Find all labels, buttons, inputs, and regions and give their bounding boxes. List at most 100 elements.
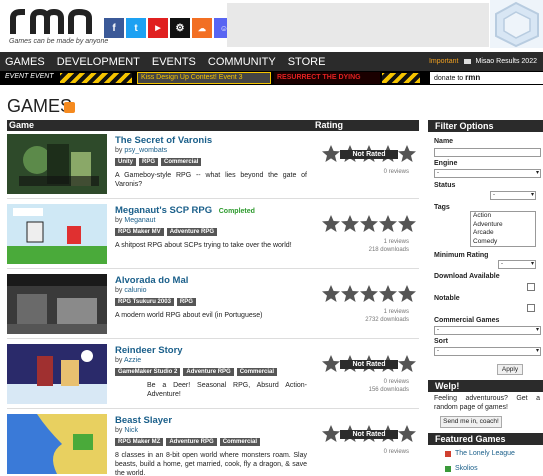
featured-game-link[interactable]: Skolios (455, 465, 478, 472)
tag[interactable]: RPG (176, 298, 196, 306)
table-row: Reindeer Story by Azzie GameMaker Studio… (7, 341, 419, 409)
min-rating-select[interactable]: - (498, 260, 536, 269)
tag[interactable]: Commercial (236, 368, 278, 376)
rss-icon[interactable] (64, 102, 75, 113)
engine-select[interactable]: - (434, 169, 541, 178)
steam-icon[interactable]: ⚙ (170, 18, 190, 38)
game-thumbnail[interactable] (7, 134, 107, 194)
tag[interactable]: Unity (115, 158, 136, 166)
important-label: Important (428, 58, 459, 65)
ad-banner[interactable] (227, 3, 489, 47)
download-available-checkbox[interactable] (527, 283, 535, 291)
nav-events[interactable]: EVENTS (152, 56, 196, 68)
tag-option[interactable]: Action (473, 212, 535, 221)
tags-listbox[interactable]: Action Adventure Arcade Comedy (470, 211, 536, 247)
commercial-games-label: Commercial Games (434, 317, 500, 324)
nav-store[interactable]: STORE (288, 56, 326, 68)
youtube-icon[interactable]: ▶ (148, 18, 168, 38)
message-icon (463, 59, 471, 64)
sort-label: Sort (434, 338, 448, 345)
game-description: A Gameboy-style RPG -- what lies beyond … (115, 172, 307, 188)
review-count[interactable]: 1 reviews (365, 308, 409, 316)
review-count[interactable]: 1 reviews (369, 238, 409, 246)
donate-label: donate to (434, 75, 464, 82)
author-link[interactable]: Nick (124, 427, 138, 434)
author-link[interactable]: psy_wombats (124, 147, 167, 154)
game-author: by psy_wombats (115, 147, 168, 154)
game-title[interactable]: Meganaut's SCP RPG Completed (115, 205, 255, 216)
twitter-icon[interactable]: t (126, 18, 146, 38)
col-game-header: Game (9, 120, 35, 130)
tag[interactable]: Adventure RPG (183, 368, 234, 376)
game-icon (445, 466, 451, 472)
tag[interactable]: Commercial (161, 158, 202, 166)
game-thumbnail[interactable] (7, 344, 107, 404)
notable-label: Notable (434, 295, 460, 302)
status-select[interactable]: - (490, 191, 536, 200)
name-input[interactable] (434, 148, 541, 157)
nav-development[interactable]: DEVELOPMENT (57, 56, 140, 68)
table-row: The Secret of Varonis by psy_wombats Uni… (7, 131, 419, 199)
review-count[interactable]: 0 reviews (369, 378, 409, 386)
game-stats: 1 reviews 2732 downloads (365, 308, 409, 324)
table-row: Beast Slayer by Nick RPG Maker MZ Advent… (7, 411, 419, 476)
game-title[interactable]: Reindeer Story (115, 345, 183, 356)
tag[interactable]: RPG Maker MZ (115, 438, 164, 446)
misao-results-link[interactable]: Misao Results 2022 (476, 58, 537, 65)
corner-logo[interactable] (490, 0, 543, 48)
game-author: by Meganaut (115, 217, 156, 224)
sort-select[interactable]: - (434, 347, 541, 356)
game-title[interactable]: Alvorada do Mal (115, 275, 188, 286)
welp-header: Welp! (428, 380, 543, 392)
table-row: Alvorada do Mal by calunio RPG Tsukuru 2… (7, 271, 419, 339)
tag[interactable]: RPG Tsukuru 2003 (115, 298, 174, 306)
game-tags: RPG Tsukuru 2003 RPG (115, 298, 305, 306)
resurrect-banner[interactable]: RESURRECT THE DYING (274, 72, 380, 84)
facebook-icon[interactable]: f (104, 18, 124, 38)
engine-label: Engine (434, 160, 458, 167)
notable-checkbox[interactable] (527, 304, 535, 312)
author-link[interactable]: Azzie (124, 357, 141, 364)
donate-brand: rmn (465, 73, 481, 82)
donate-link[interactable]: donate to rmn (430, 72, 543, 84)
nav-games[interactable]: GAMES (5, 56, 45, 68)
review-count[interactable]: 0 reviews (384, 168, 409, 176)
tag-option[interactable]: Arcade (473, 229, 535, 238)
tag-option[interactable]: Adventure (473, 221, 535, 230)
review-count[interactable]: 0 reviews (384, 448, 409, 456)
game-title[interactable]: The Secret of Varonis (115, 135, 212, 146)
event-label: EVENT EVENT (5, 73, 54, 80)
table-row: Meganaut's SCP RPG Completed by Meganaut… (7, 201, 419, 269)
tag[interactable]: RPG Maker MV (115, 228, 164, 236)
tag-option[interactable]: Comedy (473, 238, 535, 247)
game-title[interactable]: Beast Slayer (115, 415, 172, 426)
author-link[interactable]: Meganaut (124, 217, 155, 224)
col-rating-header: Rating (315, 120, 343, 130)
game-thumbnail[interactable] (7, 204, 107, 264)
not-rated-badge: Not Rated (340, 150, 398, 159)
random-page-button[interactable]: Send me in, coach! (440, 416, 502, 428)
tag[interactable]: RPG (139, 158, 159, 166)
download-count: 2732 downloads (365, 317, 409, 323)
hazard-stripes (382, 73, 420, 83)
download-count: 218 downloads (368, 247, 409, 253)
nav-community[interactable]: COMMUNITY (208, 56, 276, 68)
tag[interactable]: Adventure RPG (166, 228, 218, 236)
contest-banner[interactable]: Kiss Design Up Contest! Event 3 (137, 72, 271, 84)
featured-games-header: Featured Games (428, 433, 543, 445)
rating-stars (322, 285, 416, 302)
not-rated-badge: Not Rated (340, 360, 398, 369)
game-thumbnail[interactable] (7, 274, 107, 334)
game-stats: 0 reviews (384, 448, 409, 456)
soundcloud-icon[interactable]: ☁ (192, 18, 212, 38)
commercial-games-select[interactable]: - (434, 326, 541, 335)
tag[interactable]: GameMaker Studio 2 (115, 368, 181, 376)
game-author: by calunio (115, 287, 147, 294)
game-thumbnail[interactable] (7, 414, 107, 474)
site-logo[interactable] (9, 6, 99, 36)
apply-button[interactable]: Apply (497, 364, 523, 375)
author-link[interactable]: calunio (124, 287, 146, 294)
tag[interactable]: Adventure RPG (166, 438, 217, 446)
tag[interactable]: Commercial (219, 438, 261, 446)
featured-game-link[interactable]: The Lonely League (455, 450, 515, 457)
